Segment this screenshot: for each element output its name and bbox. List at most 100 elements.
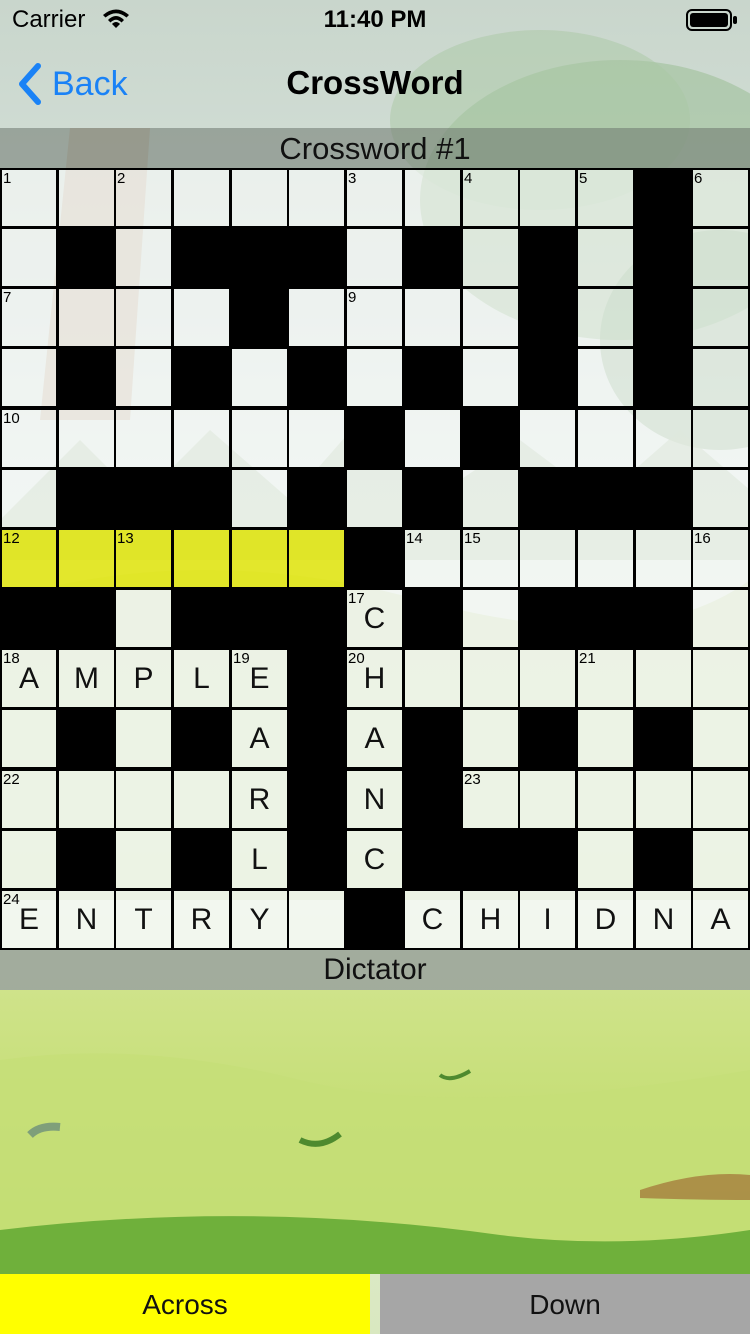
grid-cell[interactable] [461,287,520,348]
grid-cell[interactable] [0,829,58,890]
grid-cell[interactable] [345,468,404,529]
grid-cell[interactable] [691,227,750,288]
grid-cell[interactable] [691,708,750,769]
grid-cell[interactable] [691,829,750,890]
grid-cell[interactable] [634,769,693,830]
grid-cell[interactable] [691,287,750,348]
grid-cell[interactable]: A [691,889,750,950]
grid-cell[interactable] [634,648,693,709]
grid-cell[interactable]: 23 [461,769,520,830]
grid-cell[interactable] [230,528,289,589]
grid-cell[interactable] [172,769,231,830]
grid-cell[interactable] [114,347,173,408]
grid-cell[interactable] [172,168,231,228]
grid-cell[interactable] [461,708,520,769]
grid-cell[interactable] [634,408,693,469]
grid-cell[interactable]: C [403,889,462,950]
grid-cell[interactable] [691,648,750,709]
grid-cell[interactable] [230,168,289,228]
grid-cell[interactable] [0,347,58,408]
grid-cell[interactable]: C [345,829,404,890]
grid-cell[interactable] [57,769,116,830]
across-button[interactable]: Across [0,1274,370,1334]
grid-cell[interactable]: 6 [691,168,750,228]
grid-cell[interactable] [114,708,173,769]
grid-cell[interactable] [518,769,577,830]
grid-cell[interactable] [518,408,577,469]
grid-cell[interactable] [461,347,520,408]
grid-cell[interactable] [57,168,116,228]
grid-cell[interactable]: 22 [0,769,58,830]
grid-cell[interactable]: R [172,889,231,950]
grid-cell[interactable] [576,829,635,890]
grid-cell[interactable] [461,227,520,288]
grid-cell[interactable]: 15 [461,528,520,589]
grid-cell[interactable]: 1 [0,168,58,228]
grid-cell[interactable]: H [461,889,520,950]
back-button[interactable]: Back [16,62,128,106]
grid-cell[interactable] [57,287,116,348]
grid-cell[interactable]: 18 A [0,648,58,709]
grid-cell[interactable] [691,468,750,529]
grid-cell[interactable] [0,227,58,288]
grid-cell[interactable]: 4 [461,168,520,228]
grid-cell[interactable] [114,287,173,348]
grid-cell[interactable] [230,468,289,529]
grid-cell[interactable]: 9 [345,287,404,348]
grid-cell[interactable]: 17 C [345,588,404,649]
grid-cell[interactable] [576,287,635,348]
grid-cell[interactable]: N [345,769,404,830]
grid-cell[interactable]: 16 [691,528,750,589]
grid-cell[interactable] [461,588,520,649]
grid-cell[interactable]: 5 [576,168,635,228]
grid-cell[interactable] [576,227,635,288]
grid-cell[interactable]: M [57,648,116,709]
grid-cell[interactable]: 24 E [0,889,58,950]
grid-cell[interactable] [114,829,173,890]
grid-cell[interactable] [403,408,462,469]
grid-cell[interactable] [287,408,346,469]
grid-cell[interactable] [691,408,750,469]
grid-cell[interactable] [576,708,635,769]
grid-cell[interactable]: 7 [0,287,58,348]
grid-cell[interactable] [230,347,289,408]
grid-cell[interactable]: A [230,708,289,769]
grid-cell[interactable] [691,588,750,649]
grid-cell[interactable] [0,708,58,769]
grid-cell[interactable] [576,408,635,469]
grid-cell[interactable] [345,227,404,288]
down-button[interactable]: Down [380,1274,750,1334]
grid-cell[interactable]: 3 [345,168,404,228]
grid-cell[interactable]: L [172,648,231,709]
grid-cell[interactable]: 14 [403,528,462,589]
grid-cell[interactable] [114,227,173,288]
grid-cell[interactable] [634,528,693,589]
grid-cell[interactable] [287,889,346,950]
grid-cell[interactable] [403,287,462,348]
grid-cell[interactable]: R [230,769,289,830]
grid-cell[interactable] [172,528,231,589]
grid-cell[interactable] [287,528,346,589]
grid-cell[interactable]: D [576,889,635,950]
grid-cell[interactable] [691,347,750,408]
grid-cell[interactable] [114,588,173,649]
grid-cell[interactable]: 2 [114,168,173,228]
grid-cell[interactable] [461,468,520,529]
grid-cell[interactable]: I [518,889,577,950]
grid-cell[interactable]: 19 E [230,648,289,709]
grid-cell[interactable] [691,769,750,830]
grid-cell[interactable]: Y [230,889,289,950]
grid-cell[interactable] [0,468,58,529]
grid-cell[interactable] [57,408,116,469]
grid-cell[interactable]: 21 [576,648,635,709]
grid-cell[interactable] [287,287,346,348]
grid-cell[interactable] [576,347,635,408]
grid-cell[interactable] [403,648,462,709]
grid-cell[interactable]: 13 [114,528,173,589]
grid-cell[interactable] [461,648,520,709]
grid-cell[interactable]: T [114,889,173,950]
grid-cell[interactable] [576,769,635,830]
grid-cell[interactable] [230,408,289,469]
grid-cell[interactable] [172,287,231,348]
grid-cell[interactable] [287,168,346,228]
